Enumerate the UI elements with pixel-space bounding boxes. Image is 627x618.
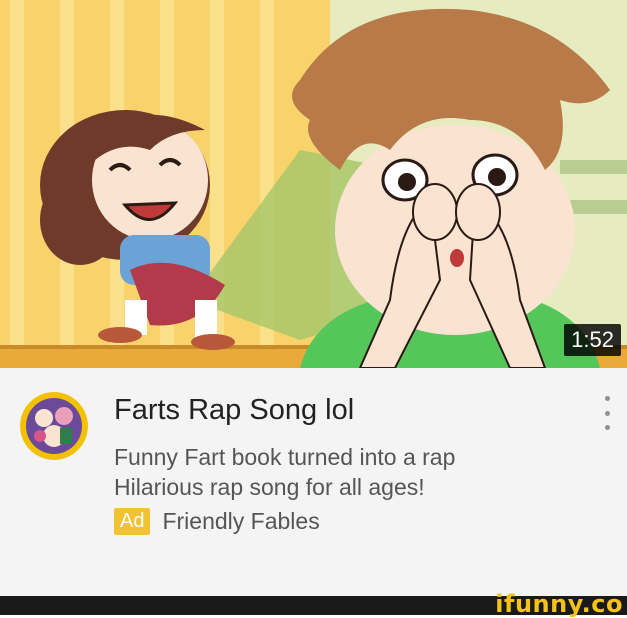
video-info-panel[interactable]: Farts Rap Song lol Funny Fart book turne… [0, 368, 627, 596]
menu-dot [604, 425, 610, 430]
ifunny-watermark: ifunny.co [495, 590, 623, 618]
video-description: Funny Fart book turned into a rap Hilari… [114, 442, 455, 502]
video-thumbnail[interactable]: 1:52 [0, 0, 627, 368]
more-vert-icon[interactable] [599, 396, 615, 430]
menu-dot [604, 396, 610, 401]
menu-dot [604, 410, 610, 416]
avatar-icon [20, 392, 88, 460]
thumbnail-illustration [0, 0, 627, 368]
footer-bar: ifunny.co [0, 590, 627, 618]
video-title[interactable]: Farts Rap Song lol [114, 394, 354, 427]
description-line-1: Funny Fart book turned into a rap [114, 444, 456, 470]
channel-avatar[interactable] [20, 392, 88, 460]
description-line-2: Hilarious rap song for all ages! [114, 474, 425, 500]
ad-badge: Ad [114, 508, 151, 535]
video-meta: Ad Friendly Fables [114, 508, 320, 535]
channel-name[interactable]: Friendly Fables [162, 508, 319, 535]
duration-badge: 1:52 [564, 324, 621, 356]
